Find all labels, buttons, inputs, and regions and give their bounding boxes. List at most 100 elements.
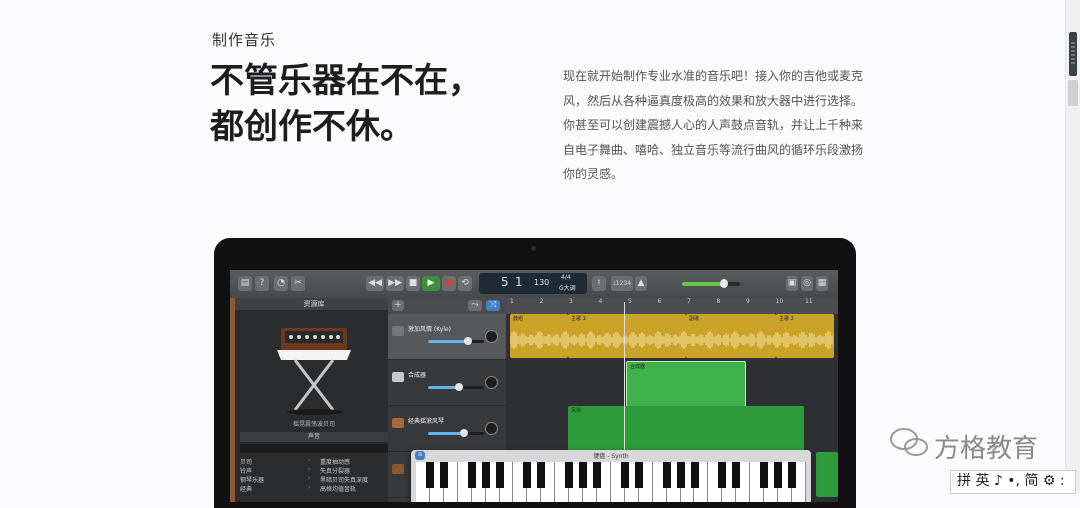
track-header[interactable]: 合成器 — [388, 360, 506, 406]
scissors-icon[interactable]: ✂ — [291, 276, 305, 291]
black-key[interactable] — [579, 462, 588, 488]
lcd-key: G大调 — [559, 285, 576, 292]
black-key[interactable] — [788, 462, 797, 488]
track-name: 合成器 — [408, 372, 427, 379]
forward-button[interactable]: ▶▶ — [386, 276, 404, 291]
midi-region[interactable]: 风琴 — [568, 406, 804, 451]
headline-line-2: 都创作不休。 — [210, 107, 414, 147]
musical-typing-keyboard[interactable]: ⊞ 键盘 - Synth — [411, 450, 811, 502]
ime-toolbar[interactable]: 拼 英 ♪ •, 简 ⚙ : — [950, 470, 1076, 494]
pan-knob[interactable] — [485, 330, 498, 343]
black-key[interactable] — [495, 462, 504, 488]
midi-region[interactable] — [816, 452, 838, 497]
black-key[interactable] — [467, 462, 476, 488]
synthesizer-image — [277, 328, 351, 415]
midi-region[interactable]: 合成器 — [626, 361, 746, 407]
black-key[interactable] — [760, 462, 769, 488]
ruler-tick: 10 — [775, 298, 784, 305]
ruler-tick: 2 — [539, 298, 544, 305]
play-button[interactable]: ▶ — [422, 276, 440, 291]
library-row[interactable]: 铃声 › 失真分裂器 — [240, 466, 388, 475]
library-row[interactable]: 经典 › 高格均值音轨 — [240, 484, 388, 493]
section-body: 现在就开始制作专业水准的音乐吧！接入你的吉他或麦克风，然后从各种逼真度极高的效果… — [563, 69, 864, 181]
track-header[interactable]: 激加风情 (Kyle) — [388, 314, 506, 360]
ruler-tick: 1 — [510, 298, 514, 305]
black-key[interactable] — [718, 462, 727, 488]
black-key[interactable] — [565, 462, 574, 488]
ruler-tick: 8 — [716, 298, 721, 305]
garageband-screenshot: ▤ ? ◔ ✂ ◀◀ ▶▶ ■ ▶ ● ⟲ 5 1 130 4/4 G大调 ♮ … — [230, 270, 838, 502]
lcd-tempo: 130 — [534, 278, 550, 287]
metronome-icon[interactable]: ▲ — [635, 276, 647, 291]
scrollbar-grip[interactable] — [1069, 32, 1077, 76]
automation-icon[interactable]: ⤳ — [468, 300, 482, 311]
smart-controls-icon[interactable]: ◔ — [274, 276, 288, 291]
ruler-tick: 7 — [687, 298, 691, 305]
black-key[interactable] — [439, 462, 448, 488]
tuner-icon[interactable]: ♮ — [592, 276, 606, 291]
stop-button[interactable]: ■ — [406, 276, 420, 291]
guitar-icon — [392, 464, 404, 474]
flex-icon[interactable]: ⤨ — [486, 300, 500, 311]
waveform — [510, 331, 833, 349]
count-in-button[interactable]: ♩1234 — [611, 276, 633, 291]
library-row[interactable]: 钢琴乐器 › 黑暗贝司失真深度 — [240, 475, 388, 484]
keyboard-title: 键盘 - Synth — [593, 453, 629, 460]
media-browser-icon[interactable]: ▦ — [816, 276, 828, 291]
black-key[interactable] — [774, 462, 783, 488]
track-name: 经典摇滚风琴 — [408, 418, 445, 425]
pan-knob[interactable] — [485, 422, 498, 435]
section-headline: 不管乐器在不在， 都创作不休。 — [210, 58, 482, 150]
garageband-toolbar: ▤ ? ◔ ✂ ◀◀ ▶▶ ■ ▶ ● ⟲ 5 1 130 4/4 G大调 ♮ … — [230, 270, 838, 298]
rewind-button[interactable]: ◀◀ — [366, 276, 384, 291]
watermark-text: 方格教育 — [934, 434, 1039, 464]
record-button[interactable]: ● — [442, 276, 456, 291]
track-header[interactable]: 经典摇滚风琴 — [388, 406, 506, 452]
ruler-tick: 9 — [746, 298, 750, 305]
library-search-field[interactable] — [240, 444, 388, 453]
library-icon[interactable]: ▤ — [238, 276, 252, 291]
synth-icon — [392, 372, 404, 382]
notepad-icon[interactable]: ▣ — [786, 276, 798, 291]
lcd-display[interactable]: 5 1 130 4/4 G大调 — [479, 273, 587, 294]
timeline-ruler[interactable]: 1 2 3 4 5 6 7 8 9 10 11 — [506, 298, 838, 314]
page-scrollbar[interactable] — [1065, 0, 1080, 493]
ruler-tick: 11 — [805, 298, 813, 305]
preset-caption: 摇晃震荡波贝司 — [292, 421, 335, 428]
black-key[interactable] — [537, 462, 546, 488]
black-key[interactable] — [523, 462, 532, 488]
black-key[interactable] — [662, 462, 671, 488]
black-key[interactable] — [481, 462, 490, 488]
scrollbar-thumb[interactable] — [1068, 80, 1078, 106]
black-key[interactable] — [620, 462, 629, 488]
loop-browser-icon[interactable]: ◎ — [801, 276, 813, 291]
track-volume-slider[interactable] — [428, 429, 484, 437]
ruler-tick: 4 — [598, 298, 603, 305]
pan-knob[interactable] — [485, 376, 498, 389]
library-panel: 资源库 摇晃震荡波贝司 声音 贝司 › 重度抽动感 铃声 › 失真分裂器 钢琴乐器 › 黑暗… — [230, 298, 393, 502]
camera-dot — [531, 246, 536, 251]
piano-keys[interactable] — [416, 462, 806, 502]
black-key[interactable] — [676, 462, 685, 488]
mic-icon — [392, 326, 404, 336]
help-icon[interactable]: ? — [255, 276, 269, 291]
library-row[interactable]: 贝司 › 重度抽动感 — [240, 457, 388, 466]
black-key[interactable] — [732, 462, 741, 488]
black-key[interactable] — [690, 462, 699, 488]
sound-header: 声音 — [240, 432, 388, 442]
track-volume-slider[interactable] — [428, 383, 484, 391]
master-volume-slider[interactable] — [682, 279, 740, 288]
ruler-tick: 3 — [569, 298, 573, 305]
ruler-tick: 6 — [657, 298, 662, 305]
track-volume-slider[interactable] — [428, 337, 484, 345]
black-key[interactable] — [425, 462, 434, 488]
track-header-toolbar: + ⤳ ⤨ — [388, 298, 506, 314]
black-key[interactable] — [593, 462, 602, 488]
cycle-button[interactable]: ⟲ — [458, 276, 472, 291]
black-key[interactable] — [634, 462, 643, 488]
library-header: 资源库 — [235, 298, 393, 310]
add-track-button[interactable]: + — [392, 300, 404, 311]
lcd-beat: 1 — [515, 275, 523, 289]
organ-icon — [392, 418, 404, 428]
ruler-tick: 5 — [628, 298, 632, 305]
